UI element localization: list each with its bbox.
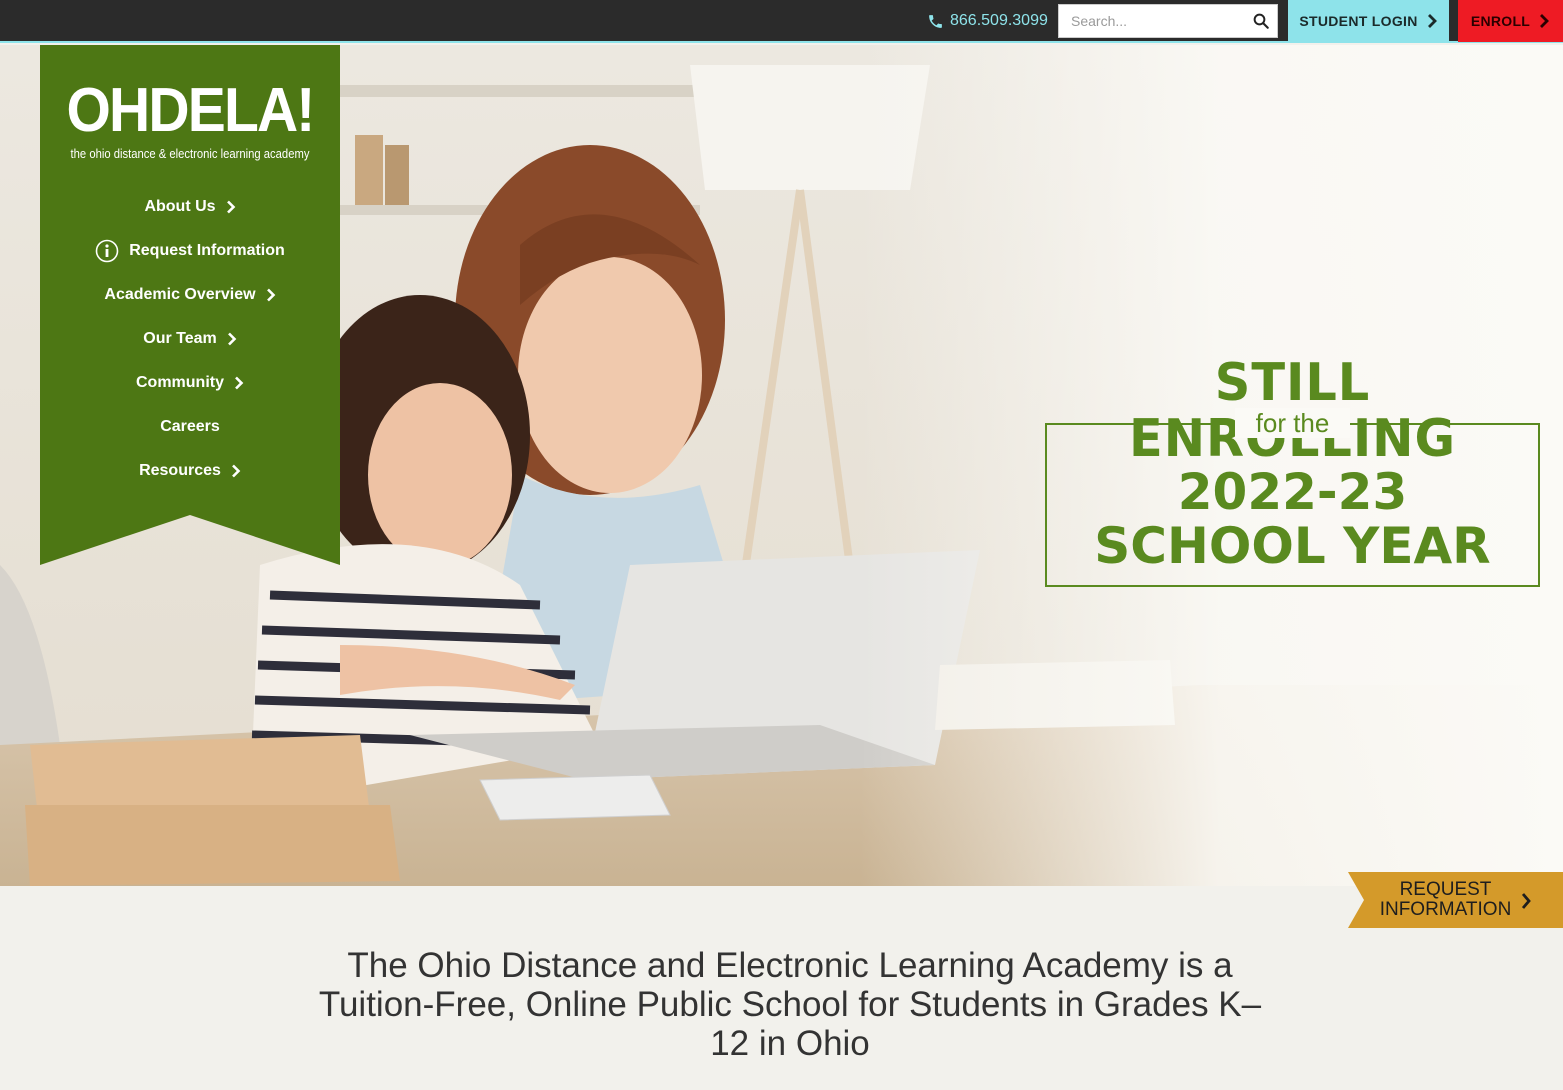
nav-list: About Us Request Information Academic Ov…: [40, 185, 340, 493]
enrollment-banner: STILL ENROLLING for the 2022-23 SCHOOL Y…: [1040, 355, 1545, 590]
enroll-label: ENROLL: [1470, 13, 1531, 29]
request-information-tab[interactable]: REQUEST INFORMATION: [1348, 872, 1563, 928]
request-line-2: INFORMATION: [1379, 899, 1512, 920]
nav-item-resources[interactable]: Resources: [40, 449, 340, 493]
chevron-right-icon: [1540, 14, 1550, 28]
nav-item-label: Request Information: [129, 242, 285, 259]
chevron-right-icon: [235, 376, 244, 390]
nav-item-our-team[interactable]: Our Team: [40, 317, 340, 361]
nav-item-label: Resources: [139, 462, 221, 479]
nav-item-academic-overview[interactable]: Academic Overview: [40, 273, 340, 317]
search-icon[interactable]: [1252, 12, 1270, 30]
enroll-button[interactable]: ENROLL: [1458, 0, 1563, 42]
chevron-right-icon: [266, 288, 275, 302]
nav-item-label: Careers: [160, 418, 220, 435]
student-login-label: STUDENT LOGIN: [1299, 13, 1418, 29]
nav-item-label: Academic Overview: [104, 286, 256, 303]
top-bar: 866.509.3099 STUDENT LOGIN ENROLL: [0, 0, 1563, 43]
info-icon: [95, 239, 119, 263]
banner-subheadline: for the: [1235, 408, 1350, 438]
chevron-right-icon: [226, 200, 235, 214]
request-line-1: REQUEST: [1399, 879, 1492, 900]
request-information-label: REQUEST INFORMATION: [1373, 880, 1518, 920]
logo-title: OHDELA!: [66, 76, 316, 145]
banner-year: 2022-23: [1177, 463, 1408, 521]
nav-item-label: Community: [136, 374, 224, 391]
chevron-right-icon: [1427, 14, 1437, 28]
search-input[interactable]: [1059, 5, 1249, 37]
nav-item-request-information[interactable]: Request Information: [40, 229, 340, 273]
chevron-right-icon: [231, 464, 241, 478]
main-navigation: OHDELA! the ohio distance & electronic l…: [40, 45, 340, 565]
phone-icon: [929, 14, 942, 28]
banner-school-year: 2022-23 SCHOOL YEAR: [1045, 465, 1540, 573]
search-box: [1058, 4, 1278, 38]
nav-item-careers[interactable]: Careers: [40, 405, 340, 449]
student-login-button[interactable]: STUDENT LOGIN: [1288, 0, 1449, 42]
banner-year-label: SCHOOL YEAR: [1094, 517, 1491, 575]
nav-item-label: About Us: [144, 198, 216, 215]
nav-item-label: Our Team: [143, 330, 217, 347]
page-tagline: The Ohio Distance and Electronic Learnin…: [318, 946, 1262, 1063]
nav-item-community[interactable]: Community: [40, 361, 340, 405]
phone-number: 866.509.3099: [950, 12, 1048, 29]
logo-subtitle: the ohio distance & electronic learning …: [70, 147, 310, 161]
phone-link[interactable]: 866.509.3099: [927, 11, 1048, 31]
site-logo[interactable]: OHDELA! the ohio distance & electronic l…: [40, 80, 340, 162]
chevron-right-icon: [227, 332, 237, 346]
nav-item-about-us[interactable]: About Us: [40, 185, 340, 229]
chevron-right-icon: [1521, 893, 1531, 909]
